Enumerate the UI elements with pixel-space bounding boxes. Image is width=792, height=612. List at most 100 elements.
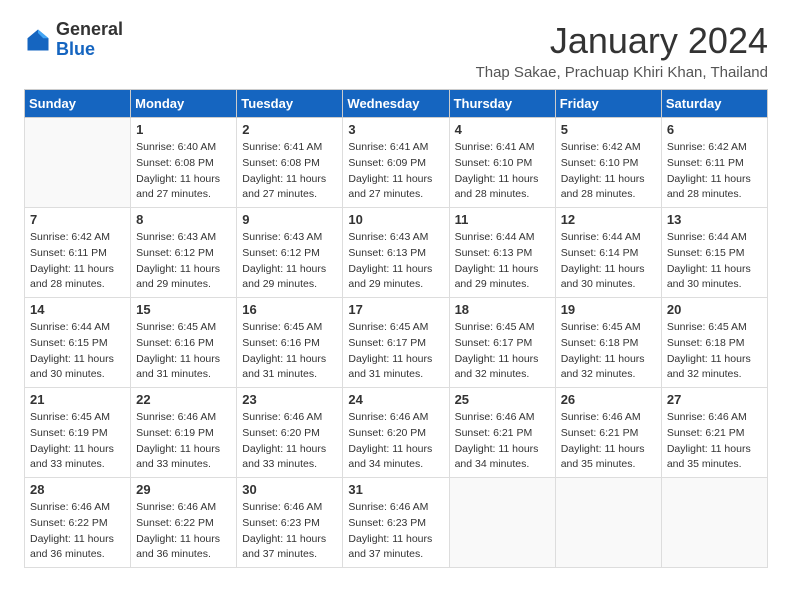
daylight-text: Daylight: 11 hours and 35 minutes. xyxy=(667,442,762,474)
day-info: Sunrise: 6:41 AMSunset: 6:08 PMDaylight:… xyxy=(242,140,337,203)
logo-icon xyxy=(24,26,52,54)
calendar-week-row: 21Sunrise: 6:45 AMSunset: 6:19 PMDayligh… xyxy=(25,388,768,478)
sunset-text: Sunset: 6:21 PM xyxy=(455,426,550,442)
day-number: 24 xyxy=(348,392,443,407)
day-info: Sunrise: 6:46 AMSunset: 6:21 PMDaylight:… xyxy=(561,410,656,473)
sunset-text: Sunset: 6:09 PM xyxy=(348,156,443,172)
day-number: 12 xyxy=(561,212,656,227)
logo: General Blue xyxy=(24,20,123,60)
daylight-text: Daylight: 11 hours and 33 minutes. xyxy=(30,442,125,474)
sunset-text: Sunset: 6:08 PM xyxy=(242,156,337,172)
sunset-text: Sunset: 6:20 PM xyxy=(348,426,443,442)
daylight-text: Daylight: 11 hours and 31 minutes. xyxy=(348,352,443,384)
day-number: 25 xyxy=(455,392,550,407)
day-number: 31 xyxy=(348,482,443,497)
day-number: 15 xyxy=(136,302,231,317)
location: Thap Sakae, Prachuap Khiri Khan, Thailan… xyxy=(476,64,768,81)
daylight-text: Daylight: 11 hours and 34 minutes. xyxy=(348,442,443,474)
day-info: Sunrise: 6:45 AMSunset: 6:16 PMDaylight:… xyxy=(136,320,231,383)
calendar-cell: 13Sunrise: 6:44 AMSunset: 6:15 PMDayligh… xyxy=(661,208,767,298)
daylight-text: Daylight: 11 hours and 37 minutes. xyxy=(242,532,337,564)
day-info: Sunrise: 6:46 AMSunset: 6:23 PMDaylight:… xyxy=(242,500,337,563)
sunset-text: Sunset: 6:22 PM xyxy=(30,516,125,532)
sunrise-text: Sunrise: 6:45 AM xyxy=(455,320,550,336)
daylight-text: Daylight: 11 hours and 30 minutes. xyxy=(30,352,125,384)
sunset-text: Sunset: 6:19 PM xyxy=(136,426,231,442)
daylight-text: Daylight: 11 hours and 30 minutes. xyxy=(561,262,656,294)
calendar-cell: 21Sunrise: 6:45 AMSunset: 6:19 PMDayligh… xyxy=(25,388,131,478)
sunrise-text: Sunrise: 6:41 AM xyxy=(455,140,550,156)
sunrise-text: Sunrise: 6:46 AM xyxy=(30,500,125,516)
sunrise-text: Sunrise: 6:44 AM xyxy=(455,230,550,246)
calendar-cell: 18Sunrise: 6:45 AMSunset: 6:17 PMDayligh… xyxy=(449,298,555,388)
calendar-cell: 9Sunrise: 6:43 AMSunset: 6:12 PMDaylight… xyxy=(237,208,343,298)
calendar-cell: 22 Sunrise: 6:46 AMSunset: 6:19 PMDayligh… xyxy=(131,388,237,478)
daylight-text: Daylight: 11 hours and 32 minutes. xyxy=(561,352,656,384)
day-info: Sunrise: 6:45 AMSunset: 6:17 PMDaylight:… xyxy=(455,320,550,383)
sunset-text: Sunset: 6:18 PM xyxy=(561,336,656,352)
daylight-text: Daylight: 11 hours and 37 minutes. xyxy=(348,532,443,564)
calendar-cell xyxy=(449,478,555,568)
day-info: Sunrise: 6:42 AMSunset: 6:11 PMDaylight:… xyxy=(667,140,762,203)
calendar-cell: 29 Sunrise: 6:46 AMSunset: 6:22 PMDayligh… xyxy=(131,478,237,568)
sunrise-text: Sunrise: 6:45 AM xyxy=(136,320,231,336)
calendar-cell: 12 Sunrise: 6:44 AMSunset: 6:14 PMDayligh… xyxy=(555,208,661,298)
daylight-text: Daylight: 11 hours and 33 minutes. xyxy=(136,442,231,474)
day-number: 29 xyxy=(136,482,231,497)
logo-text: General Blue xyxy=(56,20,123,60)
sunrise-text: Sunrise: 6:46 AM xyxy=(455,410,550,426)
daylight-text: Daylight: 11 hours and 28 minutes. xyxy=(455,172,550,204)
calendar-cell: 14Sunrise: 6:44 AMSunset: 6:15 PMDayligh… xyxy=(25,298,131,388)
day-info: Sunrise: 6:46 AMSunset: 6:19 PMDaylight:… xyxy=(136,410,231,473)
calendar-cell: 28Sunrise: 6:46 AMSunset: 6:22 PMDayligh… xyxy=(25,478,131,568)
sunrise-text: Sunrise: 6:46 AM xyxy=(561,410,656,426)
sunset-text: Sunset: 6:11 PM xyxy=(30,246,125,262)
daylight-text: Daylight: 11 hours and 29 minutes. xyxy=(136,262,231,294)
sunset-text: Sunset: 6:19 PM xyxy=(30,426,125,442)
day-number: 27 xyxy=(667,392,762,407)
calendar-cell xyxy=(661,478,767,568)
day-info: Sunrise: 6:46 AMSunset: 6:21 PMDaylight:… xyxy=(667,410,762,473)
sunrise-text: Sunrise: 6:46 AM xyxy=(348,410,443,426)
sunrise-text: Sunrise: 6:45 AM xyxy=(667,320,762,336)
day-info: Sunrise: 6:46 AMSunset: 6:20 PMDaylight:… xyxy=(348,410,443,473)
day-info: Sunrise: 6:42 AMSunset: 6:10 PMDaylight:… xyxy=(561,140,656,203)
sunrise-text: Sunrise: 6:40 AM xyxy=(136,140,231,156)
sunrise-text: Sunrise: 6:43 AM xyxy=(136,230,231,246)
calendar-cell: 24 Sunrise: 6:46 AMSunset: 6:20 PMDayligh… xyxy=(343,388,449,478)
calendar-cell: 8Sunrise: 6:43 AMSunset: 6:12 PMDaylight… xyxy=(131,208,237,298)
day-info: Sunrise: 6:44 AMSunset: 6:13 PMDaylight:… xyxy=(455,230,550,293)
day-info: Sunrise: 6:46 AMSunset: 6:22 PMDaylight:… xyxy=(136,500,231,563)
sunrise-text: Sunrise: 6:44 AM xyxy=(561,230,656,246)
day-number: 6 xyxy=(667,122,762,137)
calendar-cell xyxy=(25,118,131,208)
col-header-wednesday: Wednesday xyxy=(343,90,449,118)
sunrise-text: Sunrise: 6:46 AM xyxy=(667,410,762,426)
calendar-cell: 4Sunrise: 6:41 AMSunset: 6:10 PMDaylight… xyxy=(449,118,555,208)
daylight-text: Daylight: 11 hours and 27 minutes. xyxy=(242,172,337,204)
sunrise-text: Sunrise: 6:46 AM xyxy=(348,500,443,516)
calendar-cell: 6 Sunrise: 6:42 AMSunset: 6:11 PMDaylight… xyxy=(661,118,767,208)
sunrise-text: Sunrise: 6:45 AM xyxy=(30,410,125,426)
day-info: Sunrise: 6:44 AMSunset: 6:15 PMDaylight:… xyxy=(667,230,762,293)
sunrise-text: Sunrise: 6:46 AM xyxy=(242,500,337,516)
logo-general: General xyxy=(56,19,123,39)
calendar-cell: 19Sunrise: 6:45 AMSunset: 6:18 PMDayligh… xyxy=(555,298,661,388)
col-header-thursday: Thursday xyxy=(449,90,555,118)
calendar-cell: 1Sunrise: 6:40 AMSunset: 6:08 PMDaylight… xyxy=(131,118,237,208)
daylight-text: Daylight: 11 hours and 28 minutes. xyxy=(667,172,762,204)
day-number: 10 xyxy=(348,212,443,227)
daylight-text: Daylight: 11 hours and 36 minutes. xyxy=(136,532,231,564)
daylight-text: Daylight: 11 hours and 32 minutes. xyxy=(667,352,762,384)
day-info: Sunrise: 6:44 AMSunset: 6:14 PMDaylight:… xyxy=(561,230,656,293)
day-number: 22 xyxy=(136,392,231,407)
daylight-text: Daylight: 11 hours and 28 minutes. xyxy=(561,172,656,204)
calendar-cell: 23Sunrise: 6:46 AMSunset: 6:20 PMDayligh… xyxy=(237,388,343,478)
daylight-text: Daylight: 11 hours and 36 minutes. xyxy=(30,532,125,564)
calendar-cell: 7Sunrise: 6:42 AMSunset: 6:11 PMDaylight… xyxy=(25,208,131,298)
sunset-text: Sunset: 6:13 PM xyxy=(455,246,550,262)
daylight-text: Daylight: 11 hours and 27 minutes. xyxy=(136,172,231,204)
calendar-cell: 16Sunrise: 6:45 AMSunset: 6:16 PMDayligh… xyxy=(237,298,343,388)
sunset-text: Sunset: 6:23 PM xyxy=(242,516,337,532)
day-number: 23 xyxy=(242,392,337,407)
